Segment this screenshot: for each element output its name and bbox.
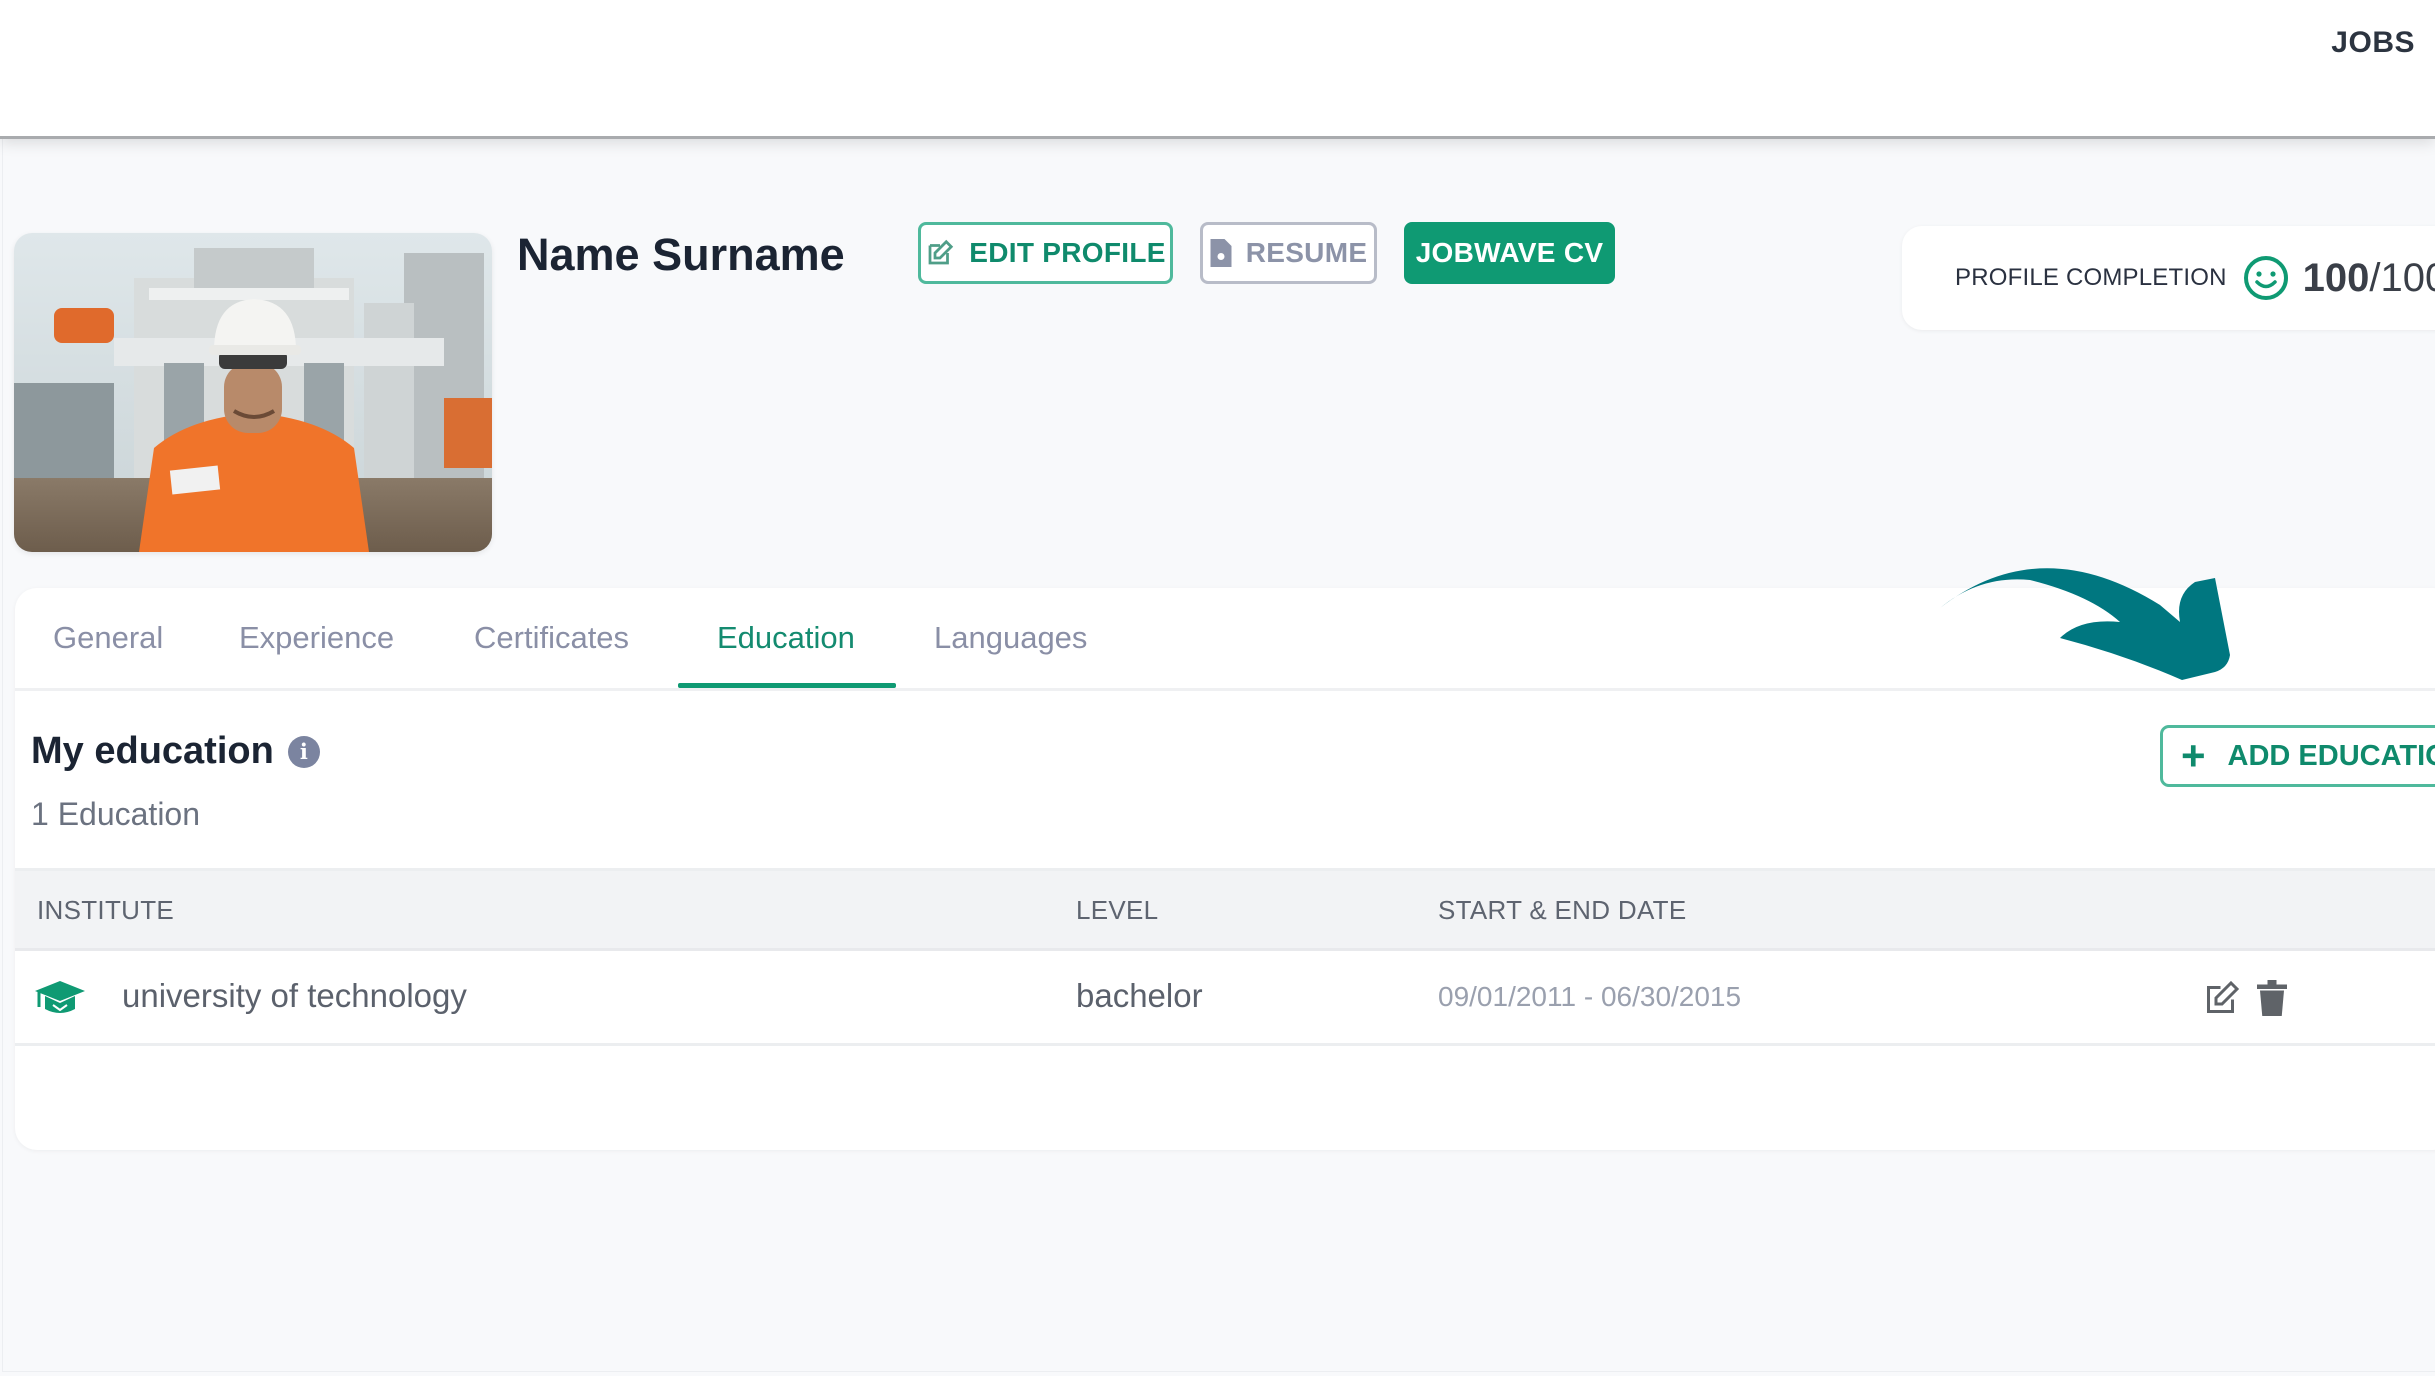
graduation-cap-icon bbox=[35, 981, 85, 1013]
document-icon bbox=[1210, 239, 1232, 267]
jobwave-cv-label: JOBWAVE CV bbox=[1415, 237, 1604, 268]
add-education-button[interactable]: + ADD EDUCATION bbox=[2160, 725, 2435, 787]
table-row: university of technology bachelor 09/01/… bbox=[15, 951, 2435, 1046]
section-title-text: My education bbox=[31, 730, 274, 772]
profile-completion-score: 100/100 bbox=[2302, 255, 2435, 300]
info-icon[interactable]: i bbox=[287, 735, 320, 768]
edit-icon[interactable] bbox=[2203, 980, 2241, 1016]
top-navbar: JOBS bbox=[0, 0, 2435, 139]
tab-general[interactable]: General bbox=[53, 620, 163, 656]
level-cell: bachelor bbox=[1076, 977, 1203, 1014]
table-header: INSTITUTE LEVEL START & END DATE bbox=[15, 868, 2435, 951]
active-tab-indicator bbox=[678, 683, 896, 688]
dates-cell: 09/01/2011 - 06/30/2015 bbox=[1438, 981, 1742, 1012]
tab-certificates[interactable]: Certificates bbox=[474, 620, 629, 656]
plus-icon: + bbox=[2181, 732, 2206, 779]
tab-experience[interactable]: Experience bbox=[239, 620, 394, 656]
tab-education[interactable]: Education bbox=[717, 620, 855, 656]
nav-link-jobs[interactable]: JOBS bbox=[2331, 26, 2415, 60]
education-count: 1 Education bbox=[31, 796, 201, 832]
tab-languages[interactable]: Languages bbox=[934, 620, 1087, 656]
education-card: General Experience Certificates Educatio… bbox=[15, 588, 2435, 1150]
column-header-dates: START & END DATE bbox=[1438, 895, 1687, 925]
column-header-level: LEVEL bbox=[1076, 895, 1159, 925]
profile-tabs: General Experience Certificates Educatio… bbox=[15, 588, 2435, 691]
column-header-institute: INSTITUTE bbox=[37, 895, 175, 925]
profile-completion-label: PROFILE COMPLETION bbox=[1955, 264, 2227, 291]
section-title: My education i bbox=[31, 730, 320, 773]
profile-completion-card: PROFILE COMPLETION 100/100 bbox=[1902, 226, 2435, 330]
edit-profile-button[interactable]: EDIT PROFILE bbox=[918, 222, 1173, 284]
education-table: INSTITUTE LEVEL START & END DATE univers… bbox=[15, 868, 2435, 1046]
institute-cell: university of technology bbox=[122, 977, 467, 1014]
edit-icon bbox=[928, 239, 954, 265]
jobwave-cv-button[interactable]: JOBWAVE CV bbox=[1404, 222, 1615, 284]
profile-photo bbox=[14, 233, 492, 552]
smile-icon bbox=[2243, 256, 2288, 300]
edit-profile-label: EDIT PROFILE bbox=[969, 237, 1166, 268]
add-education-label: ADD EDUCATION bbox=[2227, 739, 2435, 772]
profile-name: Name Surname bbox=[517, 229, 845, 280]
trash-icon[interactable] bbox=[2257, 980, 2287, 1016]
resume-button[interactable]: RESUME bbox=[1200, 222, 1377, 284]
resume-label: RESUME bbox=[1245, 237, 1368, 268]
